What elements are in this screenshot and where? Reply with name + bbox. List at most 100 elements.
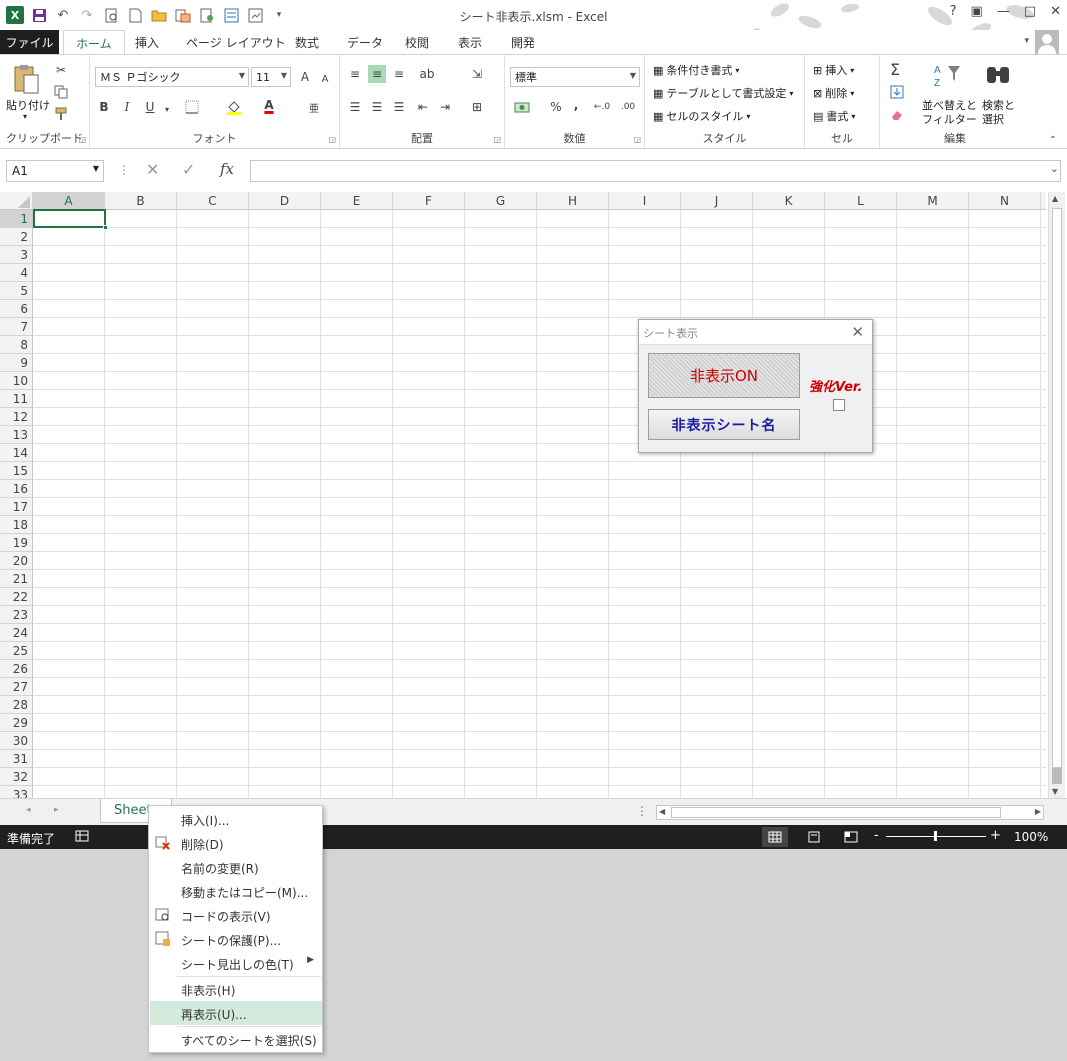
worksheet-grid[interactable]: ABCDEFGHIJKLMN 1 2 3 4 5 6 7 8 9 10 11 12 13 14 15 16 17… xyxy=(0,192,1046,798)
tab-file[interactable]: ファイル xyxy=(0,30,59,54)
menu-item-move-copy[interactable]: 移動またはコピー(M)... xyxy=(150,879,322,903)
column-header-i[interactable]: I xyxy=(609,192,681,210)
collapse-ribbon-icon[interactable]: ⌃ xyxy=(1049,135,1057,146)
scroll-up-icon[interactable]: ▲ xyxy=(1052,194,1058,203)
font-launcher-icon[interactable]: ◲ xyxy=(328,135,336,144)
phonetic-icon[interactable]: 亜 xyxy=(305,98,323,116)
scroll-right-icon[interactable]: ▶ xyxy=(1035,807,1041,816)
italic-button[interactable]: I xyxy=(118,98,136,116)
row-header-10[interactable]: 10 xyxy=(0,372,33,390)
borders-icon[interactable] xyxy=(183,98,201,116)
menu-item-insert[interactable]: 挿入(I)... xyxy=(150,807,322,831)
column-header-h[interactable]: H xyxy=(537,192,609,210)
row-header-11[interactable]: 11 xyxy=(0,390,33,408)
row-header-25[interactable]: 25 xyxy=(0,642,33,660)
name-box[interactable]: A1 ▼ xyxy=(6,160,104,182)
underline-dropdown-icon[interactable]: ▾ xyxy=(158,100,176,118)
column-header-j[interactable]: J xyxy=(681,192,753,210)
row-header-23[interactable]: 23 xyxy=(0,606,33,624)
menu-item-hide[interactable]: 非表示(H) xyxy=(150,977,322,1001)
row-header-12[interactable]: 12 xyxy=(0,408,33,426)
column-header-n[interactable]: N xyxy=(969,192,1041,210)
vertical-scroll-thumb[interactable] xyxy=(1052,768,1062,784)
paste-icon[interactable] xyxy=(10,61,42,97)
user-avatar[interactable] xyxy=(1035,30,1059,54)
normal-view-icon[interactable] xyxy=(762,827,788,847)
cut-icon[interactable]: ✂ xyxy=(52,61,70,79)
alignment-launcher-icon[interactable]: ◲ xyxy=(493,135,501,144)
row-header-16[interactable]: 16 xyxy=(0,480,33,498)
tab-data[interactable]: データ xyxy=(347,30,383,54)
column-header-k[interactable]: K xyxy=(753,192,825,210)
row-header-5[interactable]: 5 xyxy=(0,282,33,300)
row-header-20[interactable]: 20 xyxy=(0,552,33,570)
row-header-24[interactable]: 24 xyxy=(0,624,33,642)
column-header-g[interactable]: G xyxy=(465,192,537,210)
row-header-32[interactable]: 32 xyxy=(0,768,33,786)
cell-styles-button[interactable]: ▦ セルのスタイル ▾ xyxy=(653,108,750,124)
column-header-d[interactable]: D xyxy=(249,192,321,210)
font-color-button[interactable]: A xyxy=(260,96,278,114)
row-header-9[interactable]: 9 xyxy=(0,354,33,372)
align-right-icon[interactable]: ☰ xyxy=(390,98,408,116)
font-size-combo[interactable]: 11 ▼ xyxy=(251,67,291,87)
hidden-sheet-names-button[interactable]: 非表示シート名 xyxy=(648,409,800,440)
hide-on-button[interactable]: 非表示ON xyxy=(648,353,800,398)
help-button[interactable]: ? xyxy=(950,4,957,19)
row-header-15[interactable]: 15 xyxy=(0,462,33,480)
delete-cells-button[interactable]: ⊠ 削除 ▾ xyxy=(813,85,854,101)
number-format-combo[interactable]: 標準 ▼ xyxy=(510,67,640,87)
menu-item-select-all-sheets[interactable]: すべてのシートを選択(S) xyxy=(150,1027,322,1051)
column-header-c[interactable]: C xyxy=(177,192,249,210)
select-label[interactable]: 選択 xyxy=(982,111,1004,127)
menu-item-delete[interactable]: 削除(D) xyxy=(150,831,322,855)
zoom-level[interactable]: 100% xyxy=(1014,830,1048,844)
align-center-icon[interactable]: ☰ xyxy=(368,98,386,116)
row-header-26[interactable]: 26 xyxy=(0,660,33,678)
macro-record-icon[interactable] xyxy=(75,830,89,845)
conditional-formatting-button[interactable]: ▦ 条件付き書式 ▾ xyxy=(653,62,739,78)
tab-formulas[interactable]: 数式 xyxy=(295,30,319,54)
decrease-indent-icon[interactable]: ⇤ xyxy=(414,98,432,116)
fill-down-icon[interactable] xyxy=(888,83,906,101)
clipboard-launcher-icon[interactable]: ◲ xyxy=(78,135,86,144)
confirm-entry-icon[interactable]: ✓ xyxy=(182,160,195,179)
row-header-7[interactable]: 7 xyxy=(0,318,33,336)
scroll-down-icon[interactable]: ▼ xyxy=(1052,787,1058,796)
row-header-2[interactable]: 2 xyxy=(0,228,33,246)
menu-item-view-code[interactable]: コードの表示(V) xyxy=(150,903,322,927)
percent-button[interactable]: % xyxy=(547,98,565,116)
format-as-table-button[interactable]: ▦ テーブルとして書式設定 ▾ xyxy=(653,85,793,101)
zoom-slider-thumb[interactable] xyxy=(934,831,937,841)
wrap-text-icon[interactable]: ⇲ xyxy=(468,65,486,83)
number-launcher-icon[interactable]: ◲ xyxy=(633,135,641,144)
scroll-left-icon[interactable]: ◀ xyxy=(659,807,665,816)
row-header-4[interactable]: 4 xyxy=(0,264,33,282)
row-header-29[interactable]: 29 xyxy=(0,714,33,732)
menu-item-unhide[interactable]: 再表示(U)... xyxy=(150,1001,322,1025)
row-header-3[interactable]: 3 xyxy=(0,246,33,264)
close-button[interactable]: ✕ xyxy=(1050,4,1061,19)
active-cell-a1[interactable] xyxy=(33,209,108,230)
autosum-button[interactable]: Σ xyxy=(886,60,904,79)
column-header-b[interactable]: B xyxy=(105,192,177,210)
decrease-decimal-icon[interactable]: .00 xyxy=(619,98,637,116)
select-all-button[interactable] xyxy=(0,192,33,210)
tab-insert[interactable]: 挿入 xyxy=(135,30,159,54)
row-header-6[interactable]: 6 xyxy=(0,300,33,318)
align-bottom-icon[interactable]: ≡ xyxy=(390,65,408,83)
align-top-icon[interactable]: ≡ xyxy=(346,65,364,83)
comma-button[interactable]: , xyxy=(567,96,585,114)
row-header-8[interactable]: 8 xyxy=(0,336,33,354)
merge-center-icon[interactable]: ⊞ xyxy=(468,98,486,116)
row-header-13[interactable]: 13 xyxy=(0,426,33,444)
tab-view[interactable]: 表示 xyxy=(458,30,482,54)
row-header-30[interactable]: 30 xyxy=(0,732,33,750)
restore-button[interactable]: □ xyxy=(1024,4,1036,19)
fill-handle[interactable] xyxy=(103,225,108,230)
horizontal-scroll-thumb[interactable] xyxy=(671,807,1001,818)
paste-button[interactable]: 貼り付け xyxy=(6,97,50,113)
increase-indent-icon[interactable]: ⇥ xyxy=(436,98,454,116)
row-header-28[interactable]: 28 xyxy=(0,696,33,714)
column-header-e[interactable]: E xyxy=(321,192,393,210)
